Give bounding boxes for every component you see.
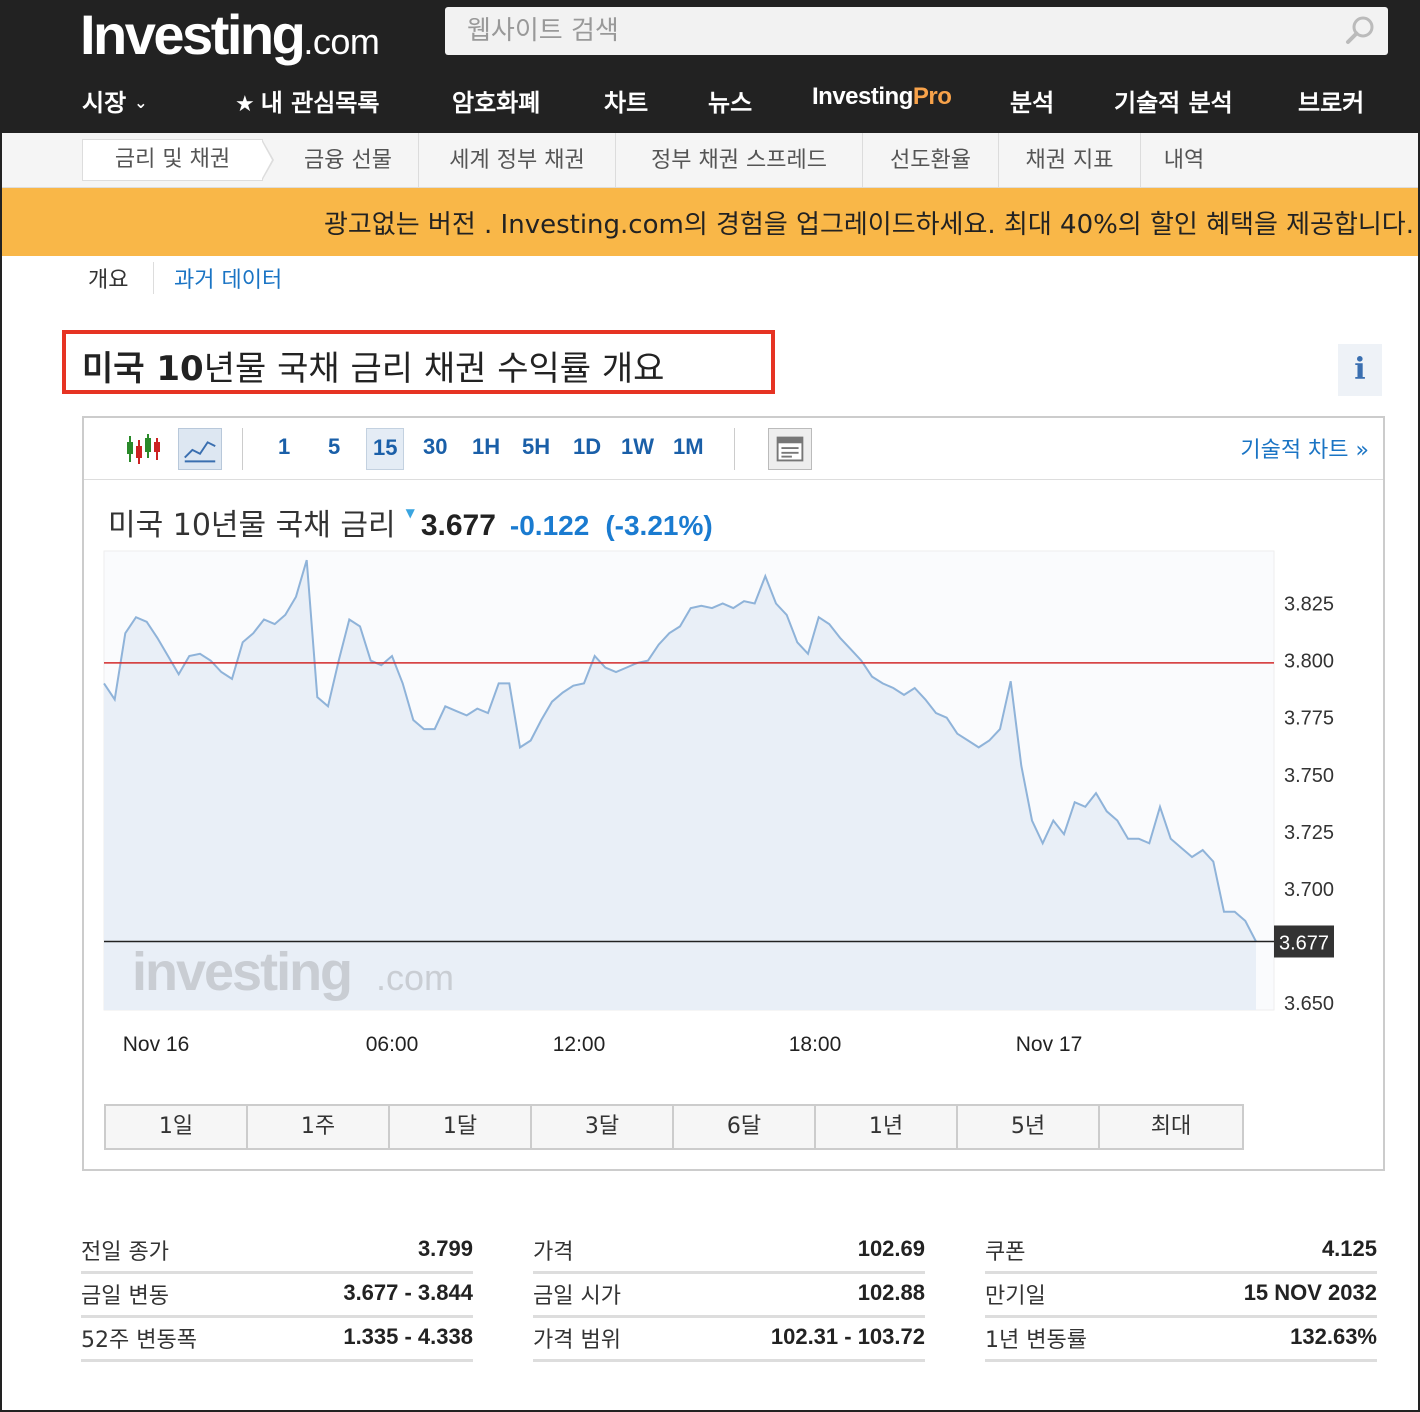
search-input[interactable] — [445, 7, 1388, 55]
subnav-item-bond-indices[interactable]: 채권 지표 — [999, 133, 1141, 188]
last-price-label: 3.677 — [1279, 932, 1329, 954]
investing-logo[interactable]: Investing.com — [80, 2, 380, 66]
top-header: Investing.com 시장⌄ ★내 관심목록 암호화폐 차트 뉴스 Inv… — [0, 0, 1420, 133]
range-button[interactable]: 1주 — [248, 1106, 390, 1148]
subnav-item-futures[interactable]: 금융 선물 — [278, 133, 419, 188]
subnav-item-rates-bonds[interactable]: 금리 및 채권 — [82, 139, 263, 181]
tab-overview[interactable]: 개요 — [88, 262, 128, 294]
price-chart[interactable]: investing .com 3.677 3.825 3.800 3.775 3.750 3.… — [84, 418, 1383, 1098]
stat-label: 쿠폰 — [985, 1240, 1026, 1265]
chart-watermark: investing — [132, 942, 351, 1002]
range-button[interactable]: 6달 — [674, 1106, 816, 1148]
stat-row: 1년 변동률 132.63% — [985, 1318, 1377, 1362]
nav-investingpro[interactable]: InvestingPro — [812, 83, 952, 111]
nav-watchlist-label: 내 관심목록 — [260, 89, 380, 117]
stat-row: 가격 102.69 — [533, 1230, 925, 1274]
range-selector: 1일 1주 1달 3달 6달 1년 5년 최대 — [104, 1104, 1244, 1150]
stat-value: 15 NOV 2032 — [1243, 1280, 1377, 1305]
logo-text: Investing — [80, 3, 306, 66]
chart-watermark-suffix: .com — [376, 957, 454, 998]
x-tick-label: 06:00 — [366, 1033, 419, 1056]
info-icon[interactable]: i — [1338, 344, 1382, 396]
range-button[interactable]: 최대 — [1100, 1106, 1242, 1148]
sub-nav: 금리 및 채권 금융 선물 세계 정부 채권 정부 채권 스프레드 선도환율 채… — [0, 133, 1420, 188]
stat-label: 52주 변동폭 — [81, 1328, 197, 1353]
stat-label: 가격 — [533, 1240, 574, 1265]
nav-markets-label: 시장 — [82, 89, 127, 117]
y-tick-label: 3.725 — [1284, 822, 1334, 844]
chevron-down-icon: ⌄ — [134, 93, 148, 112]
y-tick-label: 3.825 — [1284, 594, 1334, 616]
subnav-item-spreads[interactable]: 정부 채권 스프레드 — [616, 133, 863, 188]
stat-row: 금일 변동 3.677 - 3.844 — [81, 1274, 473, 1318]
stat-value: 102.88 — [857, 1280, 925, 1305]
page-title-rest: 년물 국채 금리 채권 수익률 개요 — [203, 349, 665, 389]
stat-label: 전일 종가 — [81, 1240, 169, 1265]
subnav-item-forward-rates[interactable]: 선도환율 — [863, 133, 999, 188]
nav-analysis[interactable]: 분석 — [1010, 83, 1054, 118]
subnav-item-history[interactable]: 내역 — [1141, 133, 1227, 188]
star-icon: ★ — [235, 92, 255, 117]
stat-row: 쿠폰 4.125 — [985, 1230, 1377, 1274]
range-button[interactable]: 1일 — [106, 1106, 248, 1148]
nav-watchlist[interactable]: ★ 내 관심목록 — [235, 83, 380, 118]
nav-pro-main: Investing — [812, 83, 913, 110]
stat-label: 가격 범위 — [533, 1328, 621, 1353]
logo-suffix: .com — [303, 21, 380, 62]
search-box — [445, 7, 1388, 55]
stat-value: 3.677 - 3.844 — [343, 1280, 473, 1305]
nav-markets[interactable]: 시장 ⌄ — [82, 83, 148, 118]
nav-charts[interactable]: 차트 — [604, 83, 648, 118]
y-tick-label: 3.700 — [1284, 879, 1334, 901]
stat-label: 만기일 — [985, 1284, 1046, 1309]
stat-value: 132.63% — [1290, 1324, 1377, 1349]
stat-row: 만기일 15 NOV 2032 — [985, 1274, 1377, 1318]
stat-row: 전일 종가 3.799 — [81, 1230, 473, 1274]
search-icon[interactable] — [1344, 15, 1376, 47]
main-nav: 시장 ⌄ ★ 내 관심목록 암호화폐 차트 뉴스 InvestingPro 분석 기… — [0, 75, 1420, 133]
stat-value: 1.335 - 4.338 — [343, 1324, 473, 1349]
stat-row: 52주 변동폭 1.335 - 4.338 — [81, 1318, 473, 1362]
y-tick-label: 3.750 — [1284, 765, 1334, 787]
x-tick-label: Nov 17 — [1016, 1033, 1083, 1056]
nav-brokers[interactable]: 브로커 — [1298, 83, 1364, 118]
range-button[interactable]: 1달 — [390, 1106, 532, 1148]
breadcrumb-arrow-inner — [261, 140, 272, 180]
stat-label: 금일 시가 — [533, 1284, 621, 1309]
tab-historical-data[interactable]: 과거 데이터 — [174, 262, 282, 294]
stat-value: 4.125 — [1321, 1236, 1377, 1261]
x-tick-label: Nov 16 — [123, 1033, 190, 1056]
stat-label: 금일 변동 — [81, 1284, 169, 1309]
tab-divider — [153, 262, 154, 294]
y-tick-label: 3.800 — [1284, 651, 1334, 673]
nav-pro-suffix: Pro — [912, 83, 952, 110]
range-button[interactable]: 3달 — [532, 1106, 674, 1148]
page-title-bold: 미국 10 — [82, 349, 204, 389]
stat-value: 102.31 - 103.72 — [770, 1324, 925, 1349]
chart-panel: 1 5 15 30 1H 5H 1D 1W 1M 기술적 차트 » 미국 10년… — [82, 416, 1385, 1171]
x-tick-label: 18:00 — [789, 1033, 842, 1056]
stat-value: 3.799 — [417, 1236, 473, 1261]
range-button[interactable]: 5년 — [958, 1106, 1100, 1148]
stat-row: 금일 시가 102.88 — [533, 1274, 925, 1318]
nav-crypto[interactable]: 암호화폐 — [452, 83, 540, 118]
stat-label: 1년 변동률 — [985, 1328, 1087, 1353]
nav-technical[interactable]: 기술적 분석 — [1114, 83, 1233, 118]
y-tick-label: 3.650 — [1284, 993, 1334, 1015]
nav-news[interactable]: 뉴스 — [708, 83, 752, 118]
stat-value: 102.69 — [857, 1236, 925, 1261]
stat-row: 가격 범위 102.31 - 103.72 — [533, 1318, 925, 1362]
range-button[interactable]: 1년 — [816, 1106, 958, 1148]
page-title: 미국 10년물 국채 금리 채권 수익률 개요 — [82, 341, 664, 390]
promo-banner[interactable]: 광고없는 버전 . Investing.com의 경험을 업그레이드하세요. 최… — [0, 188, 1420, 256]
x-tick-label: 12:00 — [553, 1033, 606, 1056]
y-tick-label: 3.775 — [1284, 708, 1334, 730]
promo-text: 광고없는 버전 . Investing.com의 경험을 업그레이드하세요. 최… — [323, 210, 1414, 240]
subnav-item-gov-bonds[interactable]: 세계 정부 채권 — [419, 133, 616, 188]
